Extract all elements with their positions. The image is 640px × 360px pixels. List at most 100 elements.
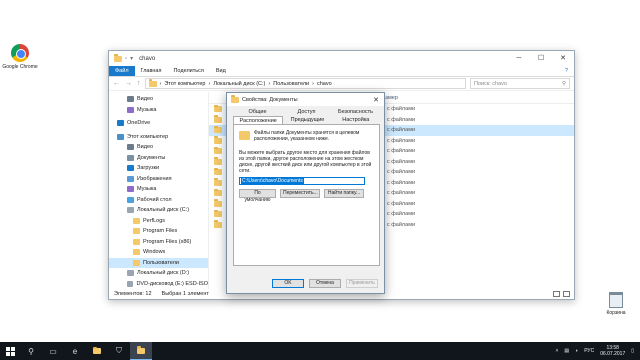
nav-item-label: Документы <box>137 154 166 161</box>
tab-previous-versions[interactable]: Предыдущие версии <box>283 116 331 131</box>
folder-icon <box>214 199 222 207</box>
nav-item[interactable]: PerfLogs <box>109 216 208 227</box>
chevron-up-icon[interactable]: ˄ <box>556 348 559 354</box>
help-icon[interactable]: ? <box>559 66 574 76</box>
folder-icon <box>148 79 157 87</box>
nav-item[interactable]: Windows <box>109 247 208 258</box>
nav-item[interactable]: Рабочий стол <box>109 195 208 206</box>
explorer-active-icon[interactable] <box>130 342 152 360</box>
folder-icon <box>114 54 122 62</box>
forward-icon[interactable]: → <box>125 80 132 87</box>
maximize-button[interactable]: ☐ <box>530 51 552 66</box>
ok-button[interactable]: OK <box>272 279 304 288</box>
breadcrumb-item[interactable]: Этот компьютер <box>164 81 205 87</box>
notifications-icon[interactable]: ▯ <box>631 348 634 354</box>
tab-general[interactable]: Общие <box>233 108 282 116</box>
tab-sharing[interactable]: Доступ <box>282 108 331 116</box>
folder-icon <box>214 157 222 165</box>
back-icon[interactable]: ← <box>113 80 120 87</box>
documents-icon <box>127 154 134 161</box>
restore-default-button[interactable]: По умолчанию <box>239 189 276 203</box>
tab-view[interactable]: Вид <box>210 66 232 76</box>
store-icon[interactable]: ⛉ <box>108 342 130 360</box>
desktop-icon-label: Google Chrome <box>2 64 38 70</box>
tab-location[interactable]: Расположение <box>233 116 284 124</box>
folder-icon <box>133 217 140 224</box>
file-type: с файлами <box>387 127 416 134</box>
nav-item[interactable]: Program Files <box>109 226 208 237</box>
folder-icon <box>133 238 140 245</box>
nav-item[interactable]: Локальный диск (D:) <box>109 268 208 279</box>
save-icon[interactable]: ▫ <box>125 56 127 62</box>
task-view-icon[interactable]: ▭ <box>42 342 64 360</box>
minimize-button[interactable]: ─ <box>508 51 530 66</box>
network-icon[interactable]: ▤ <box>564 348 569 354</box>
nav-item[interactable]: DVD-дисковод (E:) ESD-ISO <box>109 279 208 290</box>
cancel-button[interactable]: Отмена <box>309 279 341 288</box>
nav-item[interactable]: Музыка <box>109 105 208 116</box>
music-icon <box>127 186 134 193</box>
nav-item-label: Windows <box>143 249 166 256</box>
tab-file[interactable]: Файл <box>109 66 135 76</box>
search-icon[interactable]: ⚲ <box>20 342 42 360</box>
close-button[interactable]: ✕ <box>552 51 574 66</box>
edge-icon[interactable]: e <box>64 342 86 360</box>
nav-item-label: Локальный диск (C:) <box>137 207 190 214</box>
tab-home[interactable]: Главная <box>135 66 168 76</box>
find-folder-button[interactable]: Найти папку... <box>324 189 364 198</box>
clock[interactable]: 13:58 06.07.2017 <box>600 345 625 357</box>
nav-item[interactable]: Program Files (x86) <box>109 237 208 248</box>
move-button[interactable]: Переместить... <box>280 189 320 198</box>
nav-item[interactable]: Видео <box>109 94 208 105</box>
pictures-icon <box>127 175 134 182</box>
tiles-view-icon[interactable] <box>563 291 570 297</box>
explorer-taskbar-icon[interactable] <box>86 342 108 360</box>
nav-item[interactable]: Документы <box>109 153 208 164</box>
nav-item[interactable]: Видео <box>109 142 208 153</box>
nav-item[interactable]: Этот компьютер <box>109 132 208 143</box>
nav-item[interactable]: Изображения <box>109 174 208 185</box>
folder-icon <box>133 259 140 266</box>
file-type: с файлами <box>387 148 416 155</box>
address-bar[interactable]: › Этот компьютер › Локальный диск (C:) ›… <box>144 78 466 89</box>
chevron-down-icon[interactable]: ▾ <box>130 55 133 62</box>
file-type: с файлами <box>387 158 416 165</box>
nav-item[interactable]: Загрузки <box>109 163 208 174</box>
nav-item-label: Загрузки <box>137 165 160 172</box>
breadcrumb-item[interactable]: chavo <box>317 81 332 87</box>
address-row: ← → ↑ › Этот компьютер › Локальный диск … <box>109 77 574 91</box>
nav-arrows: ← → ↑ <box>113 80 141 87</box>
nav-item[interactable]: OneDrive <box>109 118 208 129</box>
folder-icon <box>214 146 222 155</box>
dialog-title-bar[interactable]: Свойства: Документы ✕ <box>227 93 384 106</box>
file-type: с файлами <box>387 116 416 123</box>
up-icon[interactable]: ↑ <box>137 80 141 87</box>
breadcrumb-item[interactable]: Локальный диск (C:) <box>213 81 265 87</box>
dialog-tabs: Общие Доступ Безопасность Расположение П… <box>233 108 380 131</box>
details-view-icon[interactable] <box>553 291 560 297</box>
windows-logo-icon <box>5 346 15 356</box>
dialog-close-button[interactable]: ✕ <box>368 96 384 104</box>
tab-customize[interactable]: Настройка <box>332 116 380 124</box>
window-title-bar[interactable]: ▫ ▾ chavo ─ ☐ ✕ <box>109 51 574 66</box>
path-field[interactable]: C:\Users\chavo\Documents <box>239 177 365 185</box>
dialog-title: Свойства: Документы <box>242 96 298 103</box>
apply-button[interactable]: Применить <box>346 279 378 288</box>
nav-item[interactable]: Музыка <box>109 184 208 195</box>
volume-icon[interactable]: ◖ <box>575 348 578 354</box>
desktop-icon-chrome[interactable]: Google Chrome <box>0 44 40 70</box>
tab-share[interactable]: Поделиться <box>167 66 209 76</box>
breadcrumb-item[interactable]: Пользователи <box>273 81 309 87</box>
nav-item-label: OneDrive <box>127 120 151 127</box>
nav-item[interactable]: Локальный диск (C:) <box>109 205 208 216</box>
search-placeholder: Поиск: chavo <box>474 80 507 87</box>
start-button[interactable] <box>0 346 20 356</box>
nav-item[interactable]: Пользователи <box>109 257 208 268</box>
desktop-icon-label: Корзина <box>606 310 626 316</box>
file-type: с файлами <box>387 190 416 197</box>
search-input[interactable]: Поиск: chavo ⚲ <box>470 78 570 89</box>
tab-security[interactable]: Безопасность <box>331 108 380 116</box>
language-indicator[interactable]: РУС <box>584 348 594 354</box>
cloud-icon <box>117 120 124 127</box>
desktop-icon-recycle-bin[interactable]: Корзина <box>596 292 636 316</box>
